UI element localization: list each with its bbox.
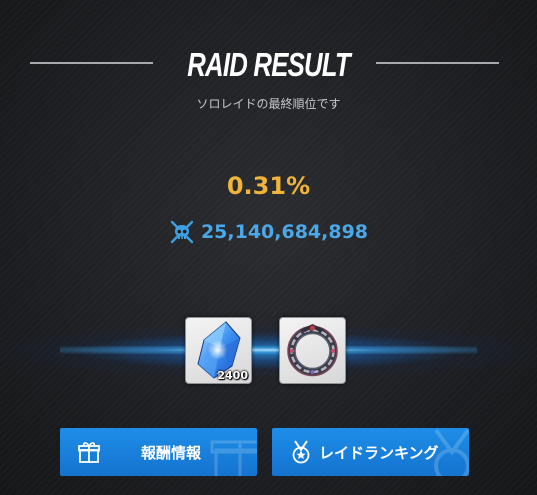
title-divider-right xyxy=(376,62,499,64)
gift-watermark-icon xyxy=(210,440,257,476)
reward-item-ring[interactable] xyxy=(279,317,346,384)
page-subtitle: ソロレイドの最終順位です xyxy=(196,97,341,111)
reward-info-button[interactable]: 報酬情報 xyxy=(60,428,257,476)
gift-icon xyxy=(78,442,100,463)
raid-score: 25,140,684,898 xyxy=(200,221,369,243)
score-row: 25,140,684,898 xyxy=(0,218,537,246)
page-title: RAID RESULT xyxy=(187,46,350,83)
reward-quantity: 2400 xyxy=(217,369,248,382)
rank-percent: 0.31% xyxy=(226,172,311,200)
ornate-ring-icon xyxy=(287,324,338,377)
reward-info-label: 報酬情報 xyxy=(141,444,202,462)
raid-ranking-button[interactable]: レイドランキング xyxy=(272,428,469,476)
header: RAID RESULT xyxy=(0,44,537,84)
reward-glow-core xyxy=(60,346,477,354)
medal-icon xyxy=(292,440,310,464)
reward-item-crystal[interactable]: ★ 2400 xyxy=(185,317,252,384)
raid-ranking-label: レイドランキング xyxy=(319,444,439,462)
skull-crossed-swords-icon xyxy=(170,220,194,244)
